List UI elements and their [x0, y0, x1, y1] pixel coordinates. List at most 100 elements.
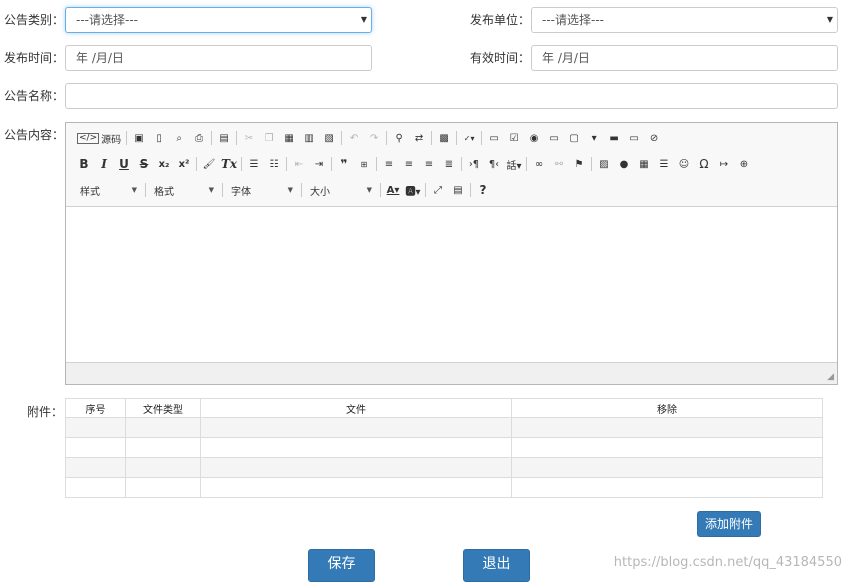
toolbar-separator — [591, 157, 592, 171]
underline-icon[interactable]: U — [115, 155, 133, 173]
name-input[interactable] — [65, 83, 838, 109]
copy-icon[interactable]: ❐ — [260, 129, 278, 147]
radio-icon[interactable]: ◉ — [525, 129, 543, 147]
blockquote-icon[interactable]: ❞ — [335, 155, 353, 173]
image-button-icon[interactable]: ▭ — [625, 129, 643, 147]
table-cell — [200, 437, 512, 458]
link-icon[interactable]: ∞ — [530, 155, 548, 173]
numbered-list-icon[interactable]: ☰ — [245, 155, 263, 173]
editor-content-area[interactable] — [66, 207, 837, 362]
text-color-icon[interactable]: A▾ — [384, 181, 402, 199]
paste-text-icon[interactable]: ▥ — [300, 129, 318, 147]
toolbar-separator — [481, 131, 483, 145]
column-header-remove: 移除 — [511, 398, 823, 418]
source-button-label: 源码 — [101, 134, 122, 146]
category-select[interactable]: ---请选择--- ▼ — [65, 7, 372, 33]
unit-select-value: ---请选择--- — [542, 13, 604, 27]
valid-time-input[interactable]: 年 /月/日 — [531, 45, 838, 71]
paste-icon[interactable]: ▦ — [280, 129, 298, 147]
text-field-icon[interactable]: ▭ — [545, 129, 563, 147]
show-blocks-icon[interactable]: ▤ — [449, 181, 467, 199]
templates-icon[interactable]: ▤ — [215, 129, 233, 147]
print-icon[interactable]: ⎙ — [190, 129, 208, 147]
form-icon[interactable]: ▭ — [485, 129, 503, 147]
toolbar-separator — [145, 183, 146, 197]
preview-icon[interactable]: ⌕ — [170, 129, 188, 147]
horizontal-rule-icon[interactable]: ☰ — [655, 155, 673, 173]
paste-word-icon[interactable]: ▧ — [320, 129, 338, 147]
select-field-icon[interactable]: ▾ — [585, 129, 603, 147]
undo-icon[interactable]: ↶ — [345, 129, 363, 147]
language-icon[interactable]: 話▾ — [505, 155, 523, 173]
maximize-icon[interactable]: ⤢ — [429, 181, 447, 199]
spellcheck-icon[interactable]: ✓▾ — [460, 129, 478, 147]
italic-icon[interactable]: I — [95, 155, 113, 173]
toolbar-separator — [386, 131, 388, 145]
div-container-icon[interactable]: ⊞ — [355, 155, 373, 173]
textarea-icon[interactable]: ▢ — [565, 129, 583, 147]
resize-handle-icon[interactable]: ◢ — [827, 372, 834, 382]
checkbox-icon[interactable]: ☑ — [505, 129, 523, 147]
align-justify-icon[interactable]: ≣ — [440, 155, 458, 173]
background-color-icon[interactable]: 🅰▾ — [404, 181, 422, 199]
table-row — [65, 457, 823, 478]
font-combo-label: 字体 — [231, 186, 251, 198]
image-icon[interactable]: ▨ — [595, 155, 613, 173]
iframe-icon[interactable]: ⊕ — [735, 155, 753, 173]
exit-button[interactable]: 退出 — [463, 549, 530, 582]
bold-icon[interactable]: B — [75, 155, 93, 173]
align-left-icon[interactable]: ≡ — [380, 155, 398, 173]
category-label: 公告类别： — [4, 13, 65, 27]
format-combo[interactable]: 格式 ▼ — [149, 181, 217, 199]
superscript-icon[interactable]: x² — [175, 155, 193, 173]
help-icon[interactable]: ? — [474, 181, 492, 199]
strikethrough-icon[interactable]: S — [135, 155, 153, 173]
rtl-icon[interactable]: ¶‹ — [485, 155, 503, 173]
table-cell — [65, 417, 126, 438]
add-attachment-button[interactable]: 添加附件 — [697, 511, 761, 537]
subscript-icon[interactable]: x₂ — [155, 155, 173, 173]
hidden-field-icon[interactable]: ⊘ — [645, 129, 663, 147]
replace-icon[interactable]: ⇄ — [410, 129, 428, 147]
flash-icon[interactable]: ● — [615, 155, 633, 173]
unit-select[interactable]: ---请选择--- ▼ — [531, 7, 838, 33]
indent-icon[interactable]: ⇥ — [310, 155, 328, 173]
attachment-label: 附件： — [27, 405, 64, 419]
redo-icon[interactable]: ↷ — [365, 129, 383, 147]
style-combo[interactable]: 样式 ▼ — [75, 181, 140, 199]
copy-format-icon[interactable]: 🖌 — [200, 155, 218, 173]
outdent-icon[interactable]: ⇤ — [290, 155, 308, 173]
smiley-icon[interactable]: ☺ — [675, 155, 693, 173]
unlink-icon[interactable]: ⚯ — [550, 155, 568, 173]
valid-time-label: 有效时间： — [470, 51, 531, 65]
special-char-icon[interactable]: Ω — [695, 155, 713, 173]
cut-icon[interactable]: ✂ — [240, 129, 258, 147]
ltr-icon[interactable]: ›¶ — [465, 155, 483, 173]
publish-time-value: 年 /月/日 — [76, 51, 124, 65]
table-cell — [125, 417, 201, 438]
size-combo[interactable]: 大小 ▼ — [305, 181, 375, 199]
find-icon[interactable]: ⚲ — [390, 129, 408, 147]
chevron-down-icon: ▼ — [208, 186, 214, 194]
select-all-icon[interactable]: ▩ — [435, 129, 453, 147]
toolbar-separator — [425, 183, 426, 197]
toolbar-row-2: B I U S x₂ x² 🖌 Tx ☰ ☷ ⇤ ⇥ ❞ ⊞ ≡ ≡ ≡ ≣ ›… — [75, 154, 755, 174]
align-center-icon[interactable]: ≡ — [400, 155, 418, 173]
save-button[interactable]: 保存 — [308, 549, 375, 582]
bulleted-list-icon[interactable]: ☷ — [265, 155, 283, 173]
attachment-table: 序号 文件类型 文件 移除 — [65, 398, 823, 498]
remove-format-icon[interactable]: Tx — [220, 155, 238, 173]
page-break-icon[interactable]: ↦ — [715, 155, 733, 173]
save-icon[interactable]: ▣ — [130, 129, 148, 147]
button-field-icon[interactable]: ▬ — [605, 129, 623, 147]
publish-time-input[interactable]: 年 /月/日 — [65, 45, 372, 71]
font-combo[interactable]: 字体 ▼ — [226, 181, 296, 199]
source-button[interactable]: </> 源码 — [75, 129, 123, 147]
align-right-icon[interactable]: ≡ — [420, 155, 438, 173]
format-combo-label: 格式 — [154, 186, 174, 198]
new-page-icon[interactable]: ▯ — [150, 129, 168, 147]
anchor-flag-icon[interactable]: ⚑ — [570, 155, 588, 173]
editor-toolbar: </> 源码 ▣ ▯ ⌕ ⎙ ▤ ✂ ❐ ▦ ▥ ▧ ↶ ↷ ⚲ ⇄ ▩ ✓▾ — [66, 123, 837, 207]
toolbar-row-1: </> 源码 ▣ ▯ ⌕ ⎙ ▤ ✂ ❐ ▦ ▥ ▧ ↶ ↷ ⚲ ⇄ ▩ ✓▾ — [75, 128, 665, 148]
table-icon[interactable]: ▦ — [635, 155, 653, 173]
